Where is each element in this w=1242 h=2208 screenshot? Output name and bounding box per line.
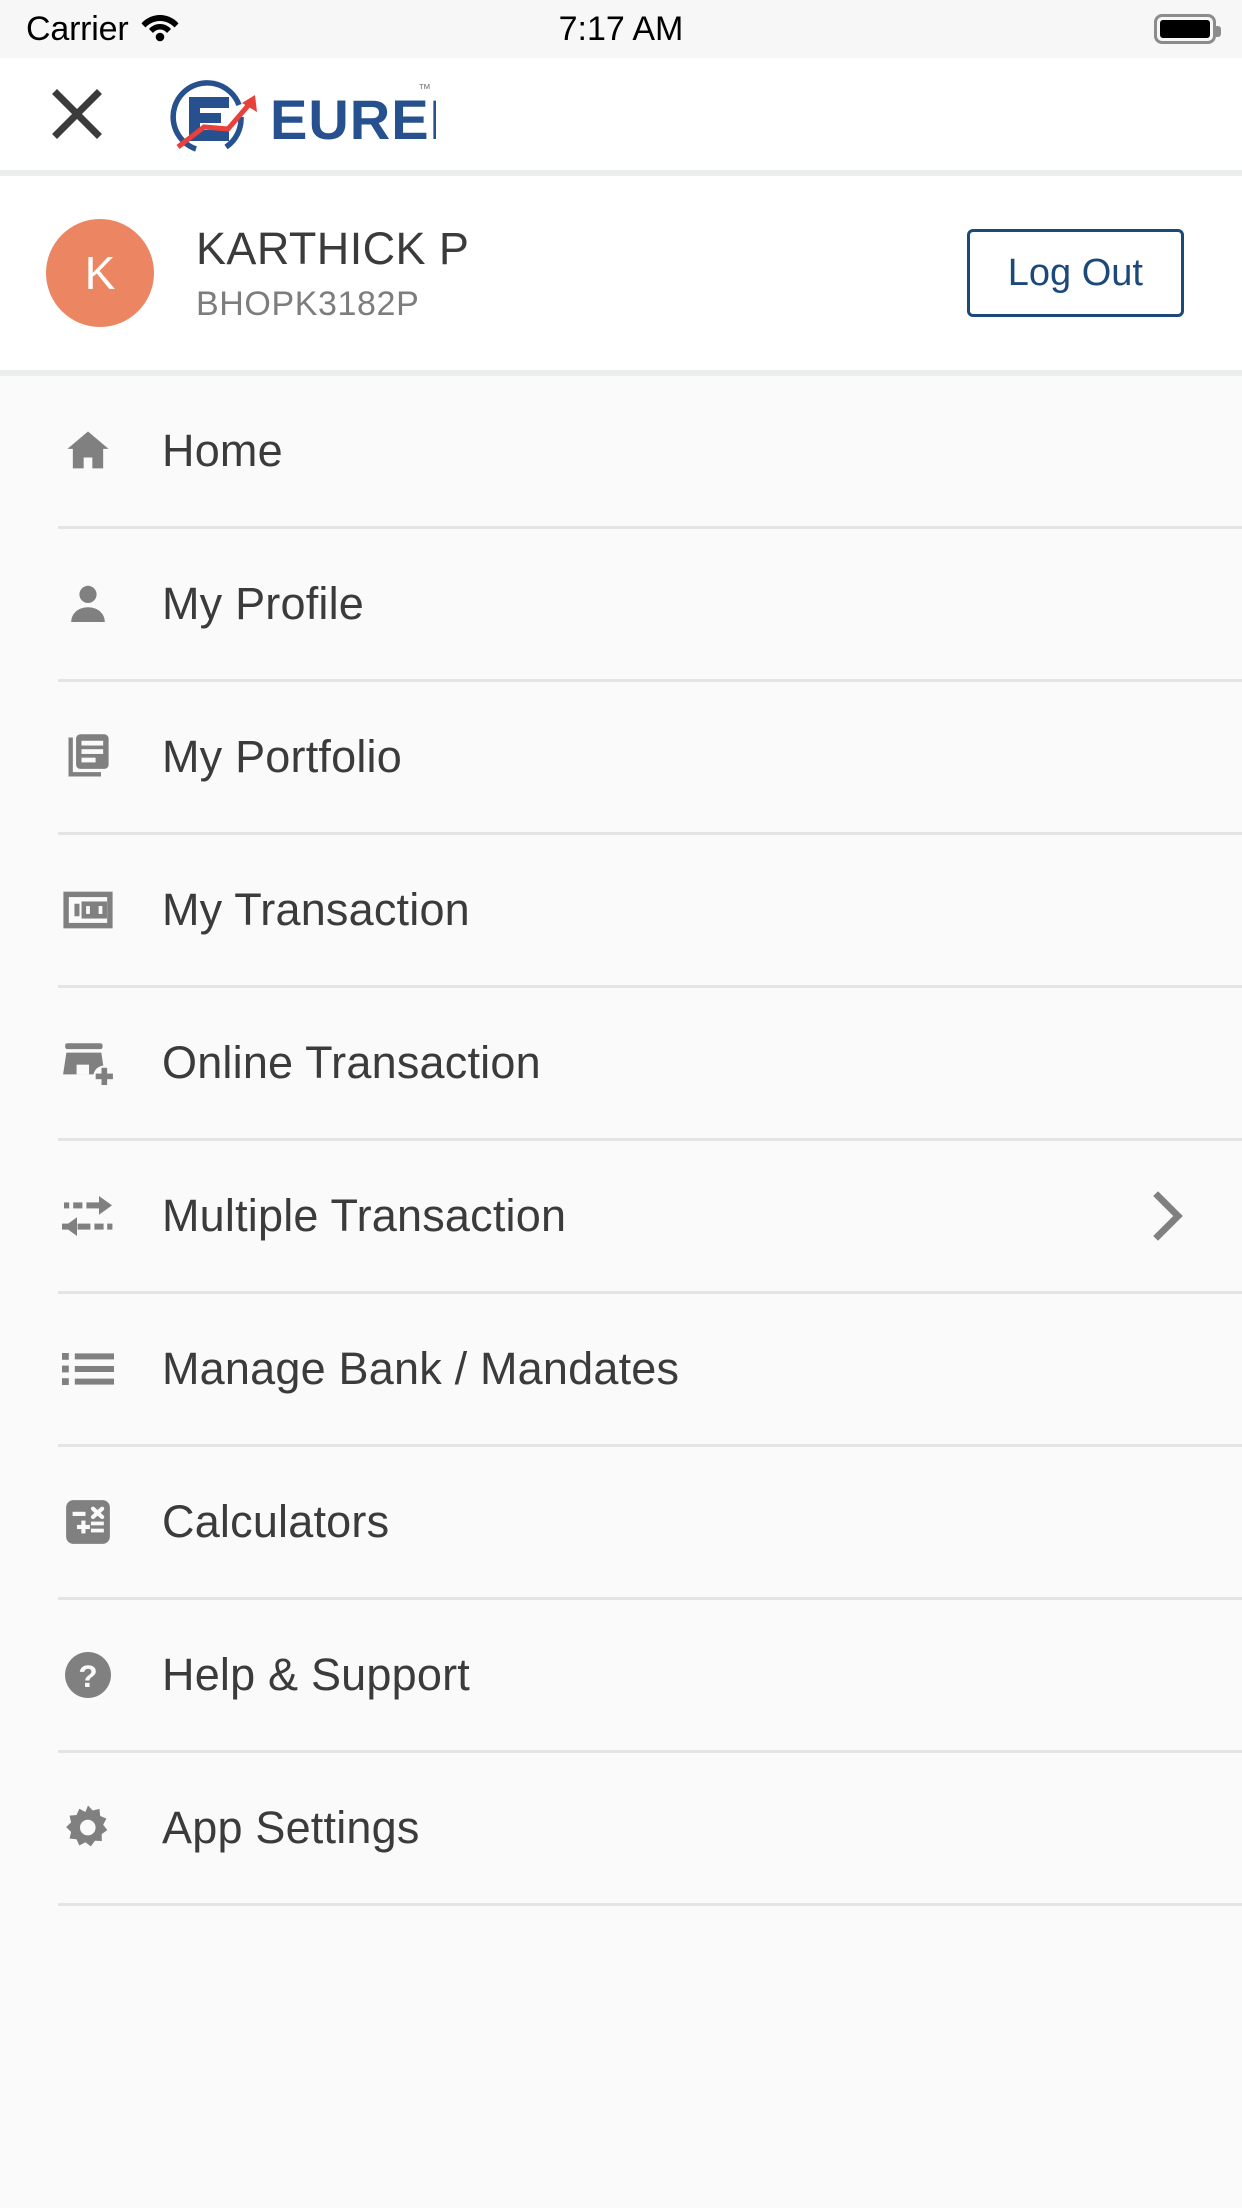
menu-label: Calculators xyxy=(162,1496,390,1547)
store-add-icon xyxy=(58,1033,118,1093)
menu-label: Online Transaction xyxy=(162,1037,541,1088)
menu-label: Home xyxy=(162,425,283,476)
person-icon xyxy=(58,574,118,634)
eureka-logo: EUREKA ™ xyxy=(156,71,436,157)
status-bar-left: Carrier xyxy=(26,10,179,49)
menu-label: Help & Support xyxy=(162,1649,470,1700)
chevron-right-icon[interactable] xyxy=(1152,1190,1184,1242)
menu-item-app-settings[interactable]: App Settings xyxy=(58,1753,1242,1906)
money-100-icon xyxy=(58,880,118,940)
menu-label: My Portfolio xyxy=(162,731,402,782)
svg-text:™: ™ xyxy=(418,81,431,96)
menu-label: Manage Bank / Mandates xyxy=(162,1343,680,1394)
menu-item-multiple-transaction[interactable]: Multiple Transaction xyxy=(58,1141,1242,1294)
menu-item-my-portfolio[interactable]: My Portfolio xyxy=(58,682,1242,835)
profile-name: KARTHICK P xyxy=(196,222,470,274)
close-icon[interactable] xyxy=(46,83,108,145)
documents-icon xyxy=(58,727,118,787)
menu-label: Multiple Transaction xyxy=(162,1190,567,1241)
menu-item-calculators[interactable]: Calculators xyxy=(58,1447,1242,1600)
calculator-icon xyxy=(58,1492,118,1552)
menu-item-my-transaction[interactable]: My Transaction xyxy=(58,835,1242,988)
gear-icon xyxy=(58,1798,118,1858)
profile-section: K KARTHICK P BHOPK3182P Log Out xyxy=(0,176,1242,376)
bottom-filler xyxy=(0,1906,1242,2106)
menu-item-help-support[interactable]: ? Help & Support xyxy=(58,1600,1242,1753)
list-icon xyxy=(58,1339,118,1399)
avatar: K xyxy=(46,219,154,327)
menu-label: App Settings xyxy=(162,1802,420,1853)
menu-item-my-profile[interactable]: My Profile xyxy=(58,529,1242,682)
menu-item-online-transaction[interactable]: Online Transaction xyxy=(58,988,1242,1141)
home-icon xyxy=(58,421,118,481)
status-bar-right xyxy=(1154,14,1221,44)
logout-button[interactable]: Log Out xyxy=(966,229,1184,317)
svg-text:EUREKA: EUREKA xyxy=(270,88,436,151)
swap-arrows-icon xyxy=(58,1186,118,1246)
status-bar: Carrier 7:17 AM xyxy=(0,0,1242,58)
menu-item-home[interactable]: Home xyxy=(58,376,1242,529)
profile-pan: BHOPK3182P xyxy=(196,284,420,323)
menu-label: My Profile xyxy=(162,578,365,629)
carrier-label: Carrier xyxy=(26,9,129,48)
main-menu: Home My Profile My Portfolio My Transact… xyxy=(0,376,1242,1906)
app-header: EUREKA ™ xyxy=(0,58,1242,176)
question-circle-icon: ? xyxy=(58,1645,118,1705)
status-bar-time: 7:17 AM xyxy=(558,9,684,48)
menu-item-manage-bank-mandates[interactable]: Manage Bank / Mandates xyxy=(58,1294,1242,1447)
menu-label: My Transaction xyxy=(162,884,470,935)
wifi-icon xyxy=(141,12,179,47)
svg-text:?: ? xyxy=(78,1659,97,1694)
battery-full-icon xyxy=(1154,14,1221,44)
profile-details: KARTHICK P BHOPK3182P xyxy=(196,223,469,324)
app-screen: Carrier 7:17 AM EURE ™ K KARTHICK P BHOP… xyxy=(0,0,1242,2208)
